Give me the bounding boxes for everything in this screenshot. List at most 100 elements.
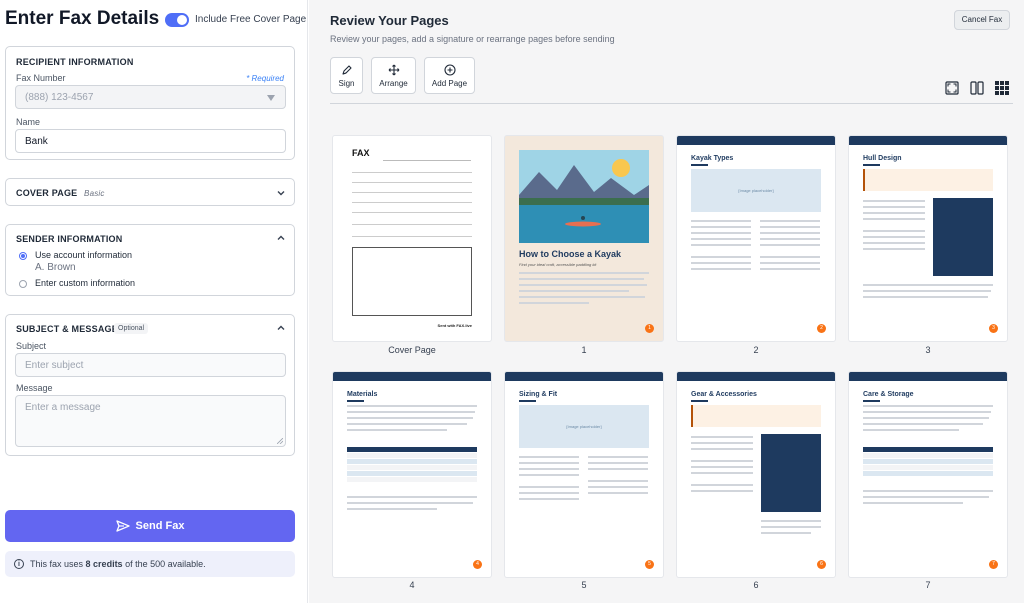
send-fax-label: Send Fax	[135, 520, 185, 532]
account-name: A. Brown	[35, 262, 76, 273]
credits-count: 8 credits	[85, 559, 123, 569]
cover-page-heading: COVER PAGE	[16, 188, 78, 198]
cover-page-card[interactable]: COVER PAGE Basic	[5, 178, 295, 206]
page-number-badge: 5	[645, 560, 654, 569]
page-number-badge: 4	[473, 560, 482, 569]
fax-number-input[interactable]: (888) 123-4567	[15, 85, 286, 109]
cover-page-toggle[interactable]	[165, 13, 189, 27]
sign-button[interactable]: Sign	[330, 57, 363, 94]
page-thumbnail-3[interactable]: Hull Design 3	[849, 136, 1007, 341]
two-column-icon[interactable]	[969, 80, 985, 96]
name-value: Bank	[25, 136, 48, 147]
page-thumbnail-7[interactable]: Care & Storage 7	[849, 372, 1007, 577]
fax-footer: Sent with FAX.live	[437, 323, 472, 328]
view-mode-switcher	[944, 80, 1014, 96]
subject-placeholder: Enter subject	[25, 360, 84, 371]
review-subtitle: Review your pages, add a signature or re…	[330, 34, 615, 44]
page-label: 3	[925, 345, 931, 355]
arrange-button[interactable]: Arrange	[371, 57, 416, 94]
divider	[330, 103, 1013, 104]
page-thumbnail-cover[interactable]: FAX Sent with FAX.live	[333, 136, 491, 341]
chevron-up-icon[interactable]	[277, 234, 285, 242]
resize-handle-icon[interactable]	[277, 438, 283, 444]
recipient-card: RECIPIENT INFORMATION Fax Number * Requi…	[5, 46, 295, 160]
required-label: * Required	[246, 74, 284, 83]
page-number-badge: 2	[817, 324, 826, 333]
page-title: Enter Fax Details	[5, 8, 160, 29]
page-number-badge: 1	[645, 324, 654, 333]
custom-info-label: Enter custom information	[35, 278, 136, 288]
cover-page-title: COVER PAGE Basic	[16, 188, 105, 198]
page-label: 4	[409, 580, 415, 590]
recipient-title: RECIPIENT INFORMATION	[16, 57, 134, 67]
cancel-fax-button[interactable]: Cancel Fax	[954, 10, 1010, 30]
page-label: 5	[581, 580, 587, 590]
credits-info-bar: i This fax uses 8 credits of the 500 ava…	[5, 551, 295, 577]
sender-title: SENDER INFORMATION	[16, 234, 123, 244]
review-title: Review Your Pages	[330, 13, 449, 28]
sender-card: SENDER INFORMATION Use account informati…	[5, 224, 295, 296]
use-account-label: Use account information	[35, 250, 133, 260]
page-thumbnail-4[interactable]: Materials 4	[333, 372, 491, 577]
page-label: 6	[753, 580, 759, 590]
optional-badge: Optional	[114, 323, 149, 334]
care-heading: Care & Storage	[863, 391, 914, 398]
custom-info-radio[interactable]	[19, 280, 27, 288]
page-thumbnail-1[interactable]: How to Choose a Kayak Find your ideal cr…	[505, 136, 663, 341]
kayak-cover-subtitle: Find your ideal craft, accessible paddli…	[519, 262, 597, 267]
fax-heading: FAX	[352, 148, 370, 158]
sizing-heading: Sizing & Fit	[519, 391, 558, 398]
fax-details-header: Enter Fax Details Include Free Cover Pag…	[5, 8, 307, 32]
kayak-cover-title: How to Choose a Kayak	[519, 249, 622, 259]
page-label: 1	[581, 345, 587, 355]
page-number-badge: 7	[989, 560, 998, 569]
hull-design-heading: Hull Design	[863, 155, 902, 162]
page-number-badge: 6	[817, 560, 826, 569]
name-label: Name	[16, 117, 41, 127]
message-placeholder: Enter a message	[25, 402, 101, 413]
fax-number-placeholder: (888) 123-4567	[25, 92, 94, 103]
page-thumbnail-6[interactable]: Gear & Accessories 6	[677, 372, 835, 577]
pen-icon	[341, 65, 352, 75]
send-fax-button[interactable]: Send Fax	[5, 510, 295, 542]
fullscreen-icon[interactable]	[944, 80, 960, 96]
send-icon	[115, 520, 130, 532]
grid-icon[interactable]	[994, 80, 1010, 96]
review-pages-panel: Review Your Pages Review your pages, add…	[309, 0, 1024, 603]
chevron-up-icon[interactable]	[277, 324, 285, 332]
gear-heading: Gear & Accessories	[691, 391, 757, 398]
kayak-types-heading: Kayak Types	[691, 155, 734, 162]
page-label: 7	[925, 580, 931, 590]
kayak-lake-image	[519, 150, 649, 243]
subject-input[interactable]: Enter subject	[15, 353, 286, 377]
sign-label: Sign	[338, 79, 355, 88]
plus-circle-icon	[443, 64, 456, 76]
cover-page-value: Basic	[84, 189, 105, 198]
add-page-label: Add Page	[431, 79, 468, 88]
name-input[interactable]: Bank	[15, 129, 286, 153]
add-page-button[interactable]: Add Page	[424, 57, 475, 94]
chevron-down-icon[interactable]	[277, 189, 285, 197]
page-number-badge: 3	[989, 324, 998, 333]
subject-label: Subject	[16, 341, 47, 351]
credits-prefix: This fax uses	[30, 559, 84, 569]
caret-down-icon[interactable]	[267, 95, 275, 101]
fax-details-panel: Enter Fax Details Include Free Cover Pag…	[0, 0, 308, 603]
page-label: 2	[753, 345, 759, 355]
page-thumbnail-2[interactable]: Kayak Types [Image placeholder] 2	[677, 136, 835, 341]
message-textarea[interactable]: Enter a message	[15, 395, 286, 447]
page-thumbnail-5[interactable]: Sizing & Fit [Image placeholder] 5	[505, 372, 663, 577]
credits-suffix: of the 500 available.	[125, 559, 206, 569]
image-placeholder: [Image placeholder]	[519, 405, 649, 448]
page-label: Cover Page	[388, 345, 436, 355]
subject-message-card: SUBJECT & MESSAGE Optional Subject Enter…	[5, 314, 295, 456]
fax-number-label: Fax Number	[16, 73, 66, 83]
use-account-radio[interactable]	[19, 252, 27, 260]
cover-page-toggle-label: Include Free Cover Page	[195, 14, 307, 25]
materials-heading: Materials	[347, 391, 378, 398]
info-icon: i	[14, 559, 24, 569]
move-icon	[388, 64, 399, 76]
image-placeholder: [Image placeholder]	[691, 169, 821, 212]
subject-message-title: SUBJECT & MESSAGE	[16, 324, 118, 334]
message-label: Message	[16, 383, 53, 393]
